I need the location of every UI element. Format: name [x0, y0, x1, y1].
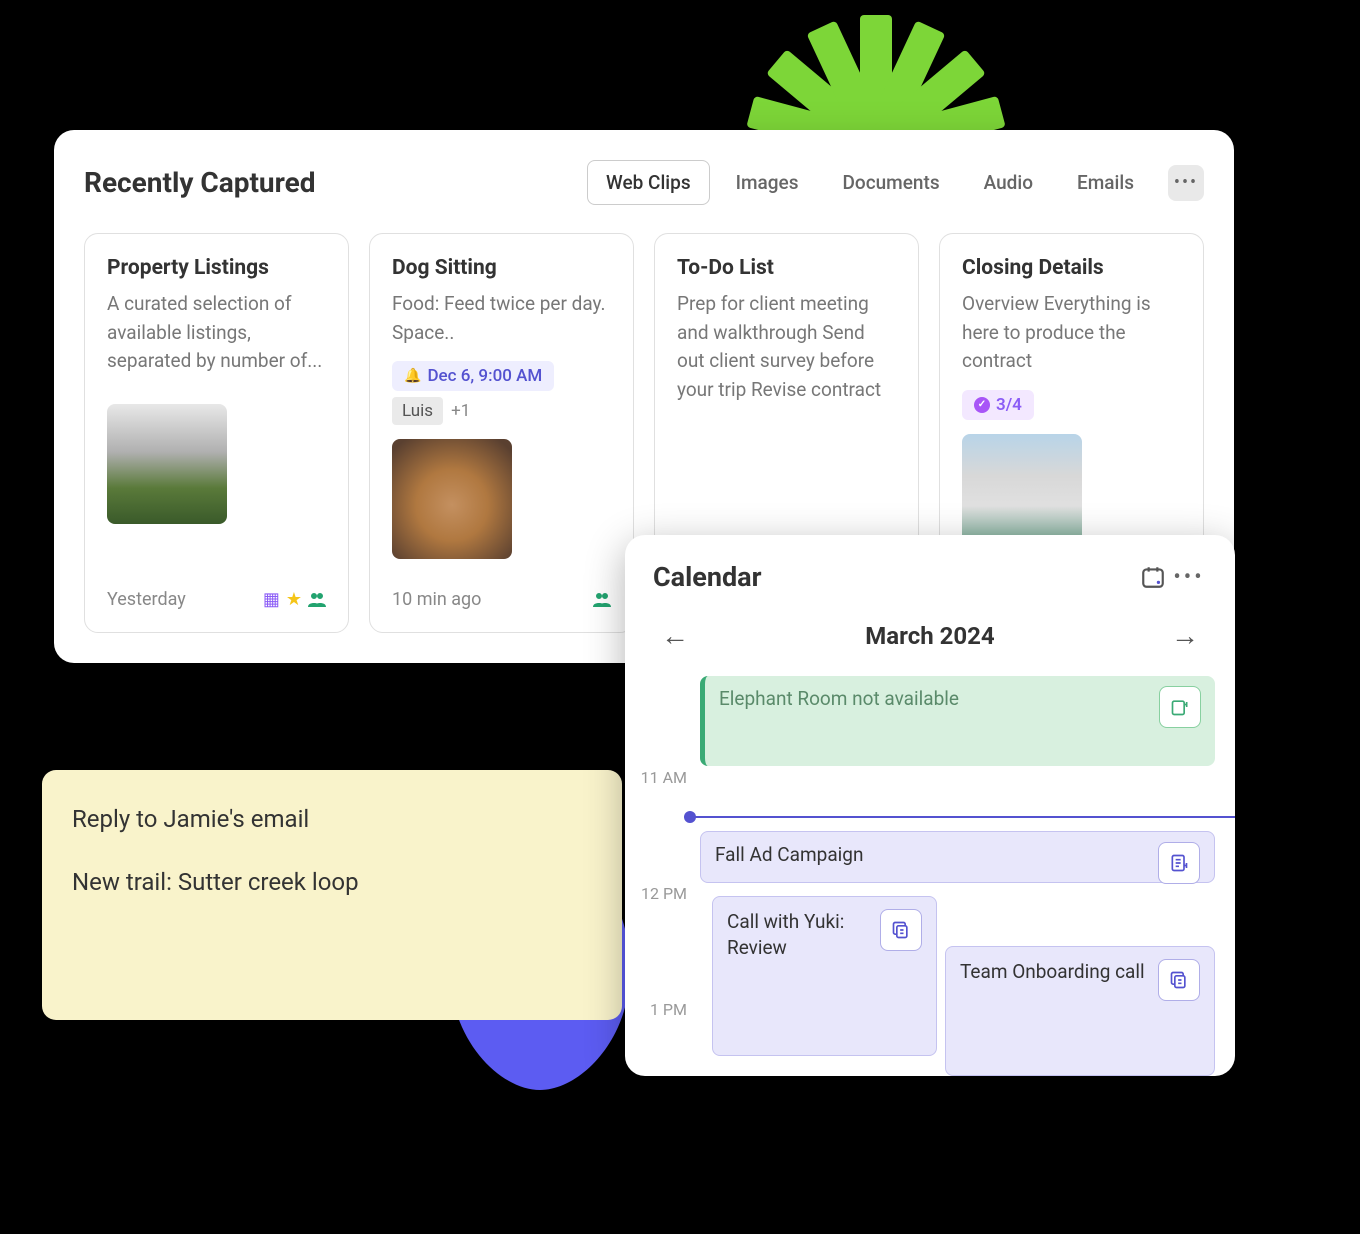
shared-icon — [308, 593, 326, 607]
event-note-icon[interactable] — [1158, 842, 1200, 884]
tab-audio[interactable]: Audio — [966, 161, 1051, 204]
card-property-listings[interactable]: Property Listings A curated selection of… — [84, 233, 349, 633]
progress-chip: ✓ 3/4 — [962, 390, 1034, 420]
sticky-line-1: Reply to Jamie's email — [72, 805, 592, 833]
event-call-yuki[interactable]: Call with Yuki: Review — [712, 896, 937, 1056]
tab-emails[interactable]: Emails — [1059, 161, 1152, 204]
event-title: Elephant Room not available — [719, 686, 1159, 712]
card-body: Prep for client meeting and walkthrough … — [677, 290, 896, 404]
calendar-panel: Calendar ••• ← March 2024 → 11 AM 12 PM … — [625, 535, 1235, 1076]
reminder-text: Dec 6, 9:00 AM — [427, 366, 542, 386]
bell-icon: 🔔 — [404, 368, 421, 384]
tab-web-clips[interactable]: Web Clips — [587, 160, 710, 205]
shared-icon — [593, 593, 611, 607]
ellipsis-icon: ••• — [1173, 565, 1204, 590]
card-time: Yesterday — [107, 589, 186, 610]
tab-documents[interactable]: Documents — [825, 161, 958, 204]
sunburst-decoration — [710, 5, 1030, 145]
event-copy-icon[interactable] — [1158, 959, 1200, 1001]
arrow-right-icon: → — [1171, 619, 1199, 652]
recently-title: Recently Captured — [84, 166, 587, 199]
current-time-indicator — [690, 816, 1235, 818]
event-action-icon[interactable] — [1159, 686, 1201, 728]
calendar-title: Calendar — [653, 561, 1135, 593]
check-circle-icon: ✓ — [974, 397, 990, 413]
time-label: 12 PM — [625, 884, 695, 903]
calendar-grid: 11 AM 12 PM 1 PM Elephant Room not avail… — [625, 676, 1235, 1076]
card-title: Property Listings — [107, 256, 326, 280]
ellipsis-icon: ••• — [1174, 172, 1198, 193]
event-title: Call with Yuki: Review — [727, 909, 880, 960]
arrow-left-icon: ← — [661, 619, 689, 652]
progress-text: 3/4 — [996, 395, 1022, 415]
reminder-chip: 🔔 Dec 6, 9:00 AM — [392, 361, 554, 391]
card-thumbnail — [392, 439, 512, 559]
note-icon: ▦ — [263, 589, 280, 610]
next-month-button[interactable]: → — [1163, 615, 1207, 656]
event-fall-ad[interactable]: Fall Ad Campaign — [700, 831, 1215, 883]
card-dog-sitting[interactable]: Dog Sitting Food: Feed twice per day. Sp… — [369, 233, 634, 633]
card-body: A curated selection of available listing… — [107, 290, 326, 376]
person-chip: Luis +1 — [392, 397, 470, 425]
person-name: Luis — [392, 397, 443, 425]
event-copy-icon[interactable] — [880, 909, 922, 951]
card-body: Overview Everything is here to produce t… — [962, 290, 1181, 376]
calendar-icon[interactable] — [1135, 559, 1171, 595]
prev-month-button[interactable]: ← — [653, 615, 697, 656]
event-elephant-room[interactable]: Elephant Room not available — [700, 676, 1215, 766]
card-title: To-Do List — [677, 256, 896, 280]
card-title: Closing Details — [962, 256, 1181, 280]
sticky-line-2: New trail: Sutter creek loop — [72, 868, 592, 896]
event-title: Fall Ad Campaign — [715, 842, 1158, 868]
time-label: 11 AM — [625, 768, 695, 787]
event-team-onboarding[interactable]: Team Onboarding call — [945, 946, 1215, 1076]
card-thumbnail — [107, 404, 227, 524]
filter-tabs: Web Clips Images Documents Audio Emails … — [587, 160, 1204, 205]
card-title: Dog Sitting — [392, 256, 611, 280]
sticky-note[interactable]: Reply to Jamie's email New trail: Sutter… — [42, 770, 622, 1020]
person-extra: +1 — [451, 401, 470, 421]
time-label: 1 PM — [625, 1000, 695, 1019]
card-time: 10 min ago — [392, 589, 481, 610]
calendar-month: March 2024 — [865, 622, 994, 650]
tab-images[interactable]: Images — [718, 161, 817, 204]
card-body: Food: Feed twice per day. Space.. — [392, 290, 611, 347]
star-icon: ★ — [286, 589, 302, 610]
event-title: Team Onboarding call — [960, 959, 1158, 985]
more-button[interactable]: ••• — [1168, 165, 1204, 201]
calendar-more-button[interactable]: ••• — [1171, 559, 1207, 595]
